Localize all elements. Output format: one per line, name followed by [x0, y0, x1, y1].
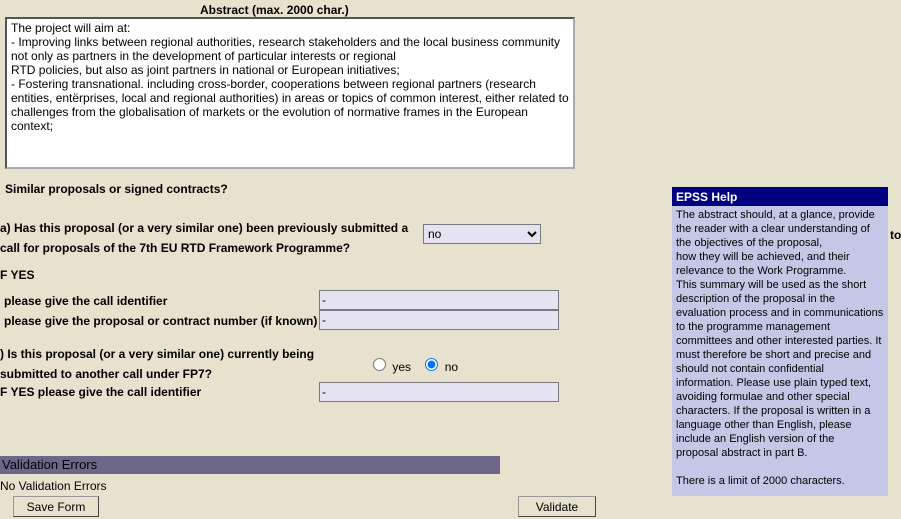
question-b-label: ) Is this proposal (or a very similar on…	[0, 344, 360, 384]
if-yes-label: F YES	[0, 268, 34, 282]
if-yes-2-label: F YES please give the call identifier	[0, 385, 201, 399]
similar-heading: Similar proposals or signed contracts?	[5, 182, 228, 196]
form-page: Abstract (max. 2000 char.) Similar propo…	[0, 0, 901, 519]
radio-no-label[interactable]: no	[420, 360, 458, 374]
call-identifier-input[interactable]	[319, 290, 559, 310]
radio-yes[interactable]	[373, 358, 386, 371]
help-panel: EPSS Help The abstract should, at a glan…	[672, 187, 888, 496]
page-fragment-to: to	[890, 228, 901, 242]
help-title: EPSS Help	[672, 188, 888, 206]
help-body: The abstract should, at a glance, provid…	[672, 206, 888, 496]
radio-no-text: no	[445, 360, 458, 374]
question-a-label: a) Has this proposal (or a very similar …	[0, 218, 415, 258]
radio-yes-text: yes	[392, 360, 411, 374]
radio-yes-label[interactable]: yes	[368, 360, 414, 374]
proposal-number-label: please give the proposal or contract num…	[4, 314, 317, 328]
validation-message: No Validation Errors	[0, 479, 107, 493]
question-b-radio-group: yes no	[368, 355, 464, 374]
validation-header: Validation Errors	[0, 456, 500, 474]
proposal-number-input[interactable]	[319, 310, 559, 330]
previously-submitted-select[interactable]: no	[423, 224, 541, 244]
if-yes-2-input[interactable]	[319, 382, 559, 402]
radio-no[interactable]	[425, 358, 438, 371]
validate-button[interactable]: Validate	[518, 496, 596, 517]
abstract-label: Abstract (max. 2000 char.)	[200, 3, 349, 17]
save-button[interactable]: Save Form	[13, 496, 99, 517]
call-identifier-label: please give the call identifier	[4, 294, 167, 308]
abstract-input[interactable]	[5, 17, 575, 169]
